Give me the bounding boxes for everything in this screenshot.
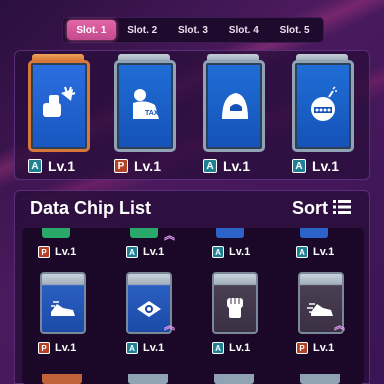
level-text: Lv.1: [143, 342, 165, 354]
tab-slot-2[interactable]: Slot. 2: [118, 20, 167, 40]
upgrade-arrow-icon: ︽: [334, 320, 345, 332]
grade-badge: P: [114, 159, 128, 173]
equipped-chip-3-label: A Lv.1: [203, 158, 250, 174]
list-chip-2-label: A Lv.1: [126, 246, 164, 258]
grade-badge: P: [38, 246, 50, 258]
equipped-chip-4-label: A Lv.1: [292, 158, 339, 174]
eye-shield-icon: [134, 294, 164, 324]
level-text: Lv.1: [48, 158, 75, 174]
chip-strip: [42, 374, 82, 384]
tax-bag-icon: TAX: [124, 84, 166, 126]
level-text: Lv.1: [223, 158, 250, 174]
data-chip-list-title: Data Chip List: [30, 198, 152, 218]
level-text: Lv.1: [229, 342, 251, 354]
grade-badge: A: [126, 342, 138, 354]
chip-strip: [128, 374, 168, 384]
level-text: Lv.1: [229, 246, 251, 258]
chip-strip: [216, 228, 244, 238]
tab-slot-3[interactable]: Slot. 3: [169, 20, 218, 40]
grade-badge: A: [296, 246, 308, 258]
svg-text:TAX: TAX: [145, 110, 159, 117]
chip-strip: [214, 374, 254, 384]
list-chip-1-label: P Lv.1: [38, 246, 76, 258]
list-chip-6-label: A Lv.1: [126, 342, 164, 354]
list-chip-4-label: A Lv.1: [296, 246, 334, 258]
grade-badge: P: [296, 342, 308, 354]
tab-slot-1[interactable]: Slot. 1: [67, 20, 116, 40]
grade-badge: A: [212, 246, 224, 258]
grade-badge: P: [38, 342, 50, 354]
list-icon: [333, 198, 351, 219]
chip-strip: [300, 228, 328, 238]
sort-button[interactable]: Sort: [292, 198, 351, 219]
grade-badge: A: [292, 159, 306, 173]
list-chip-8-label: P Lv.1: [296, 342, 334, 354]
level-text: Lv.1: [134, 158, 161, 174]
equipped-chip-1-label: A Lv.1: [28, 158, 75, 174]
list-chip-5-label: P Lv.1: [38, 342, 76, 354]
level-text: Lv.1: [313, 246, 335, 258]
list-chip-3-label: A Lv.1: [212, 246, 250, 258]
tab-slot-4[interactable]: Slot. 4: [219, 20, 268, 40]
chip-strip: [300, 374, 340, 384]
hooded-figure-icon: [213, 84, 255, 126]
equipped-chip-2[interactable]: TAX P Lv.1: [106, 54, 182, 176]
grade-badge: A: [203, 159, 217, 173]
equipped-chip-2-label: P Lv.1: [114, 158, 161, 174]
sort-label: Sort: [292, 198, 328, 218]
tab-slot-5[interactable]: Slot. 5: [270, 20, 319, 40]
level-text: Lv.1: [55, 246, 77, 258]
level-text: Lv.1: [143, 246, 165, 258]
grade-badge: A: [126, 246, 138, 258]
level-text: Lv.1: [55, 342, 77, 354]
upgrade-arrow-icon: ︽: [164, 230, 175, 242]
level-text: Lv.1: [312, 158, 339, 174]
hand-shield-icon: [38, 84, 80, 126]
grade-badge: A: [212, 342, 224, 354]
fist-icon: [220, 292, 250, 322]
slot-tab-bar: Slot. 1 Slot. 2 Slot. 3 Slot. 4 Slot. 5: [62, 17, 324, 43]
chip-strip: [42, 228, 70, 238]
bomb-icon: [302, 84, 344, 126]
level-text: Lv.1: [313, 342, 335, 354]
equipped-chip-3[interactable]: A Lv.1: [195, 54, 271, 176]
chip-strip: [130, 228, 158, 238]
grade-badge: A: [28, 159, 42, 173]
equipped-chip-4[interactable]: A Lv.1: [284, 54, 360, 176]
list-chip-7-label: A Lv.1: [212, 342, 250, 354]
speed-shoe-icon: [306, 294, 336, 324]
running-shoe-icon: [48, 294, 78, 324]
upgrade-arrow-icon: ︽: [164, 320, 175, 332]
equipped-chip-1[interactable]: A Lv.1: [20, 54, 96, 176]
chip-grid[interactable]: P Lv.1 ︽ A Lv.1 A Lv.1 A Lv.1 P Lv.1 ︽ A…: [22, 228, 364, 384]
